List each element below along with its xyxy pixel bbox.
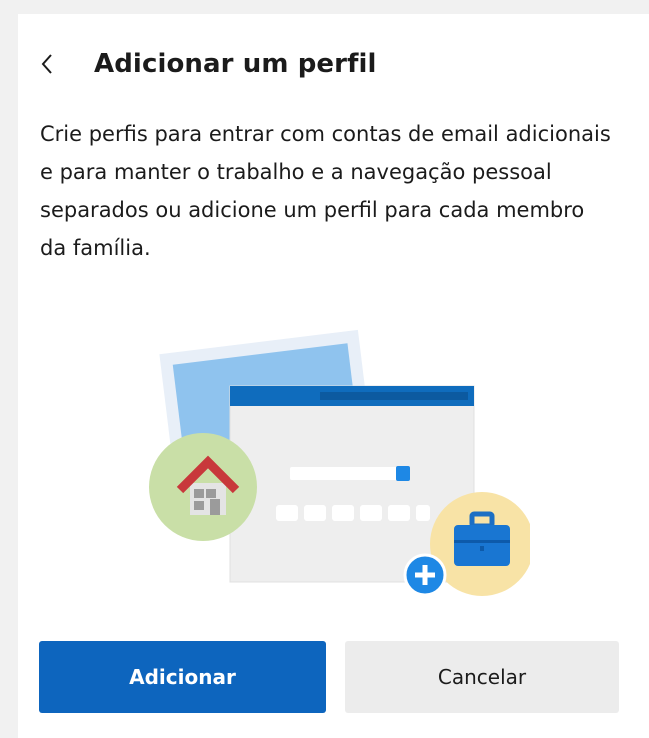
illustration-graphic	[149, 329, 534, 597]
cancel-button[interactable]: Cancelar	[345, 641, 619, 713]
description-text: Crie perfis para entrar com contas de em…	[40, 122, 611, 260]
action-buttons: Adicionar Cancelar	[39, 641, 619, 713]
add-button[interactable]: Adicionar	[39, 641, 326, 713]
back-button[interactable]	[40, 44, 70, 84]
plus-icon	[403, 553, 447, 597]
home-icon	[149, 433, 257, 541]
page-title: Adicionar um perfil	[94, 49, 377, 79]
dialog-header: Adicionar um perfil	[40, 42, 377, 86]
profile-illustration	[130, 300, 534, 600]
chevron-left-icon	[41, 54, 52, 74]
